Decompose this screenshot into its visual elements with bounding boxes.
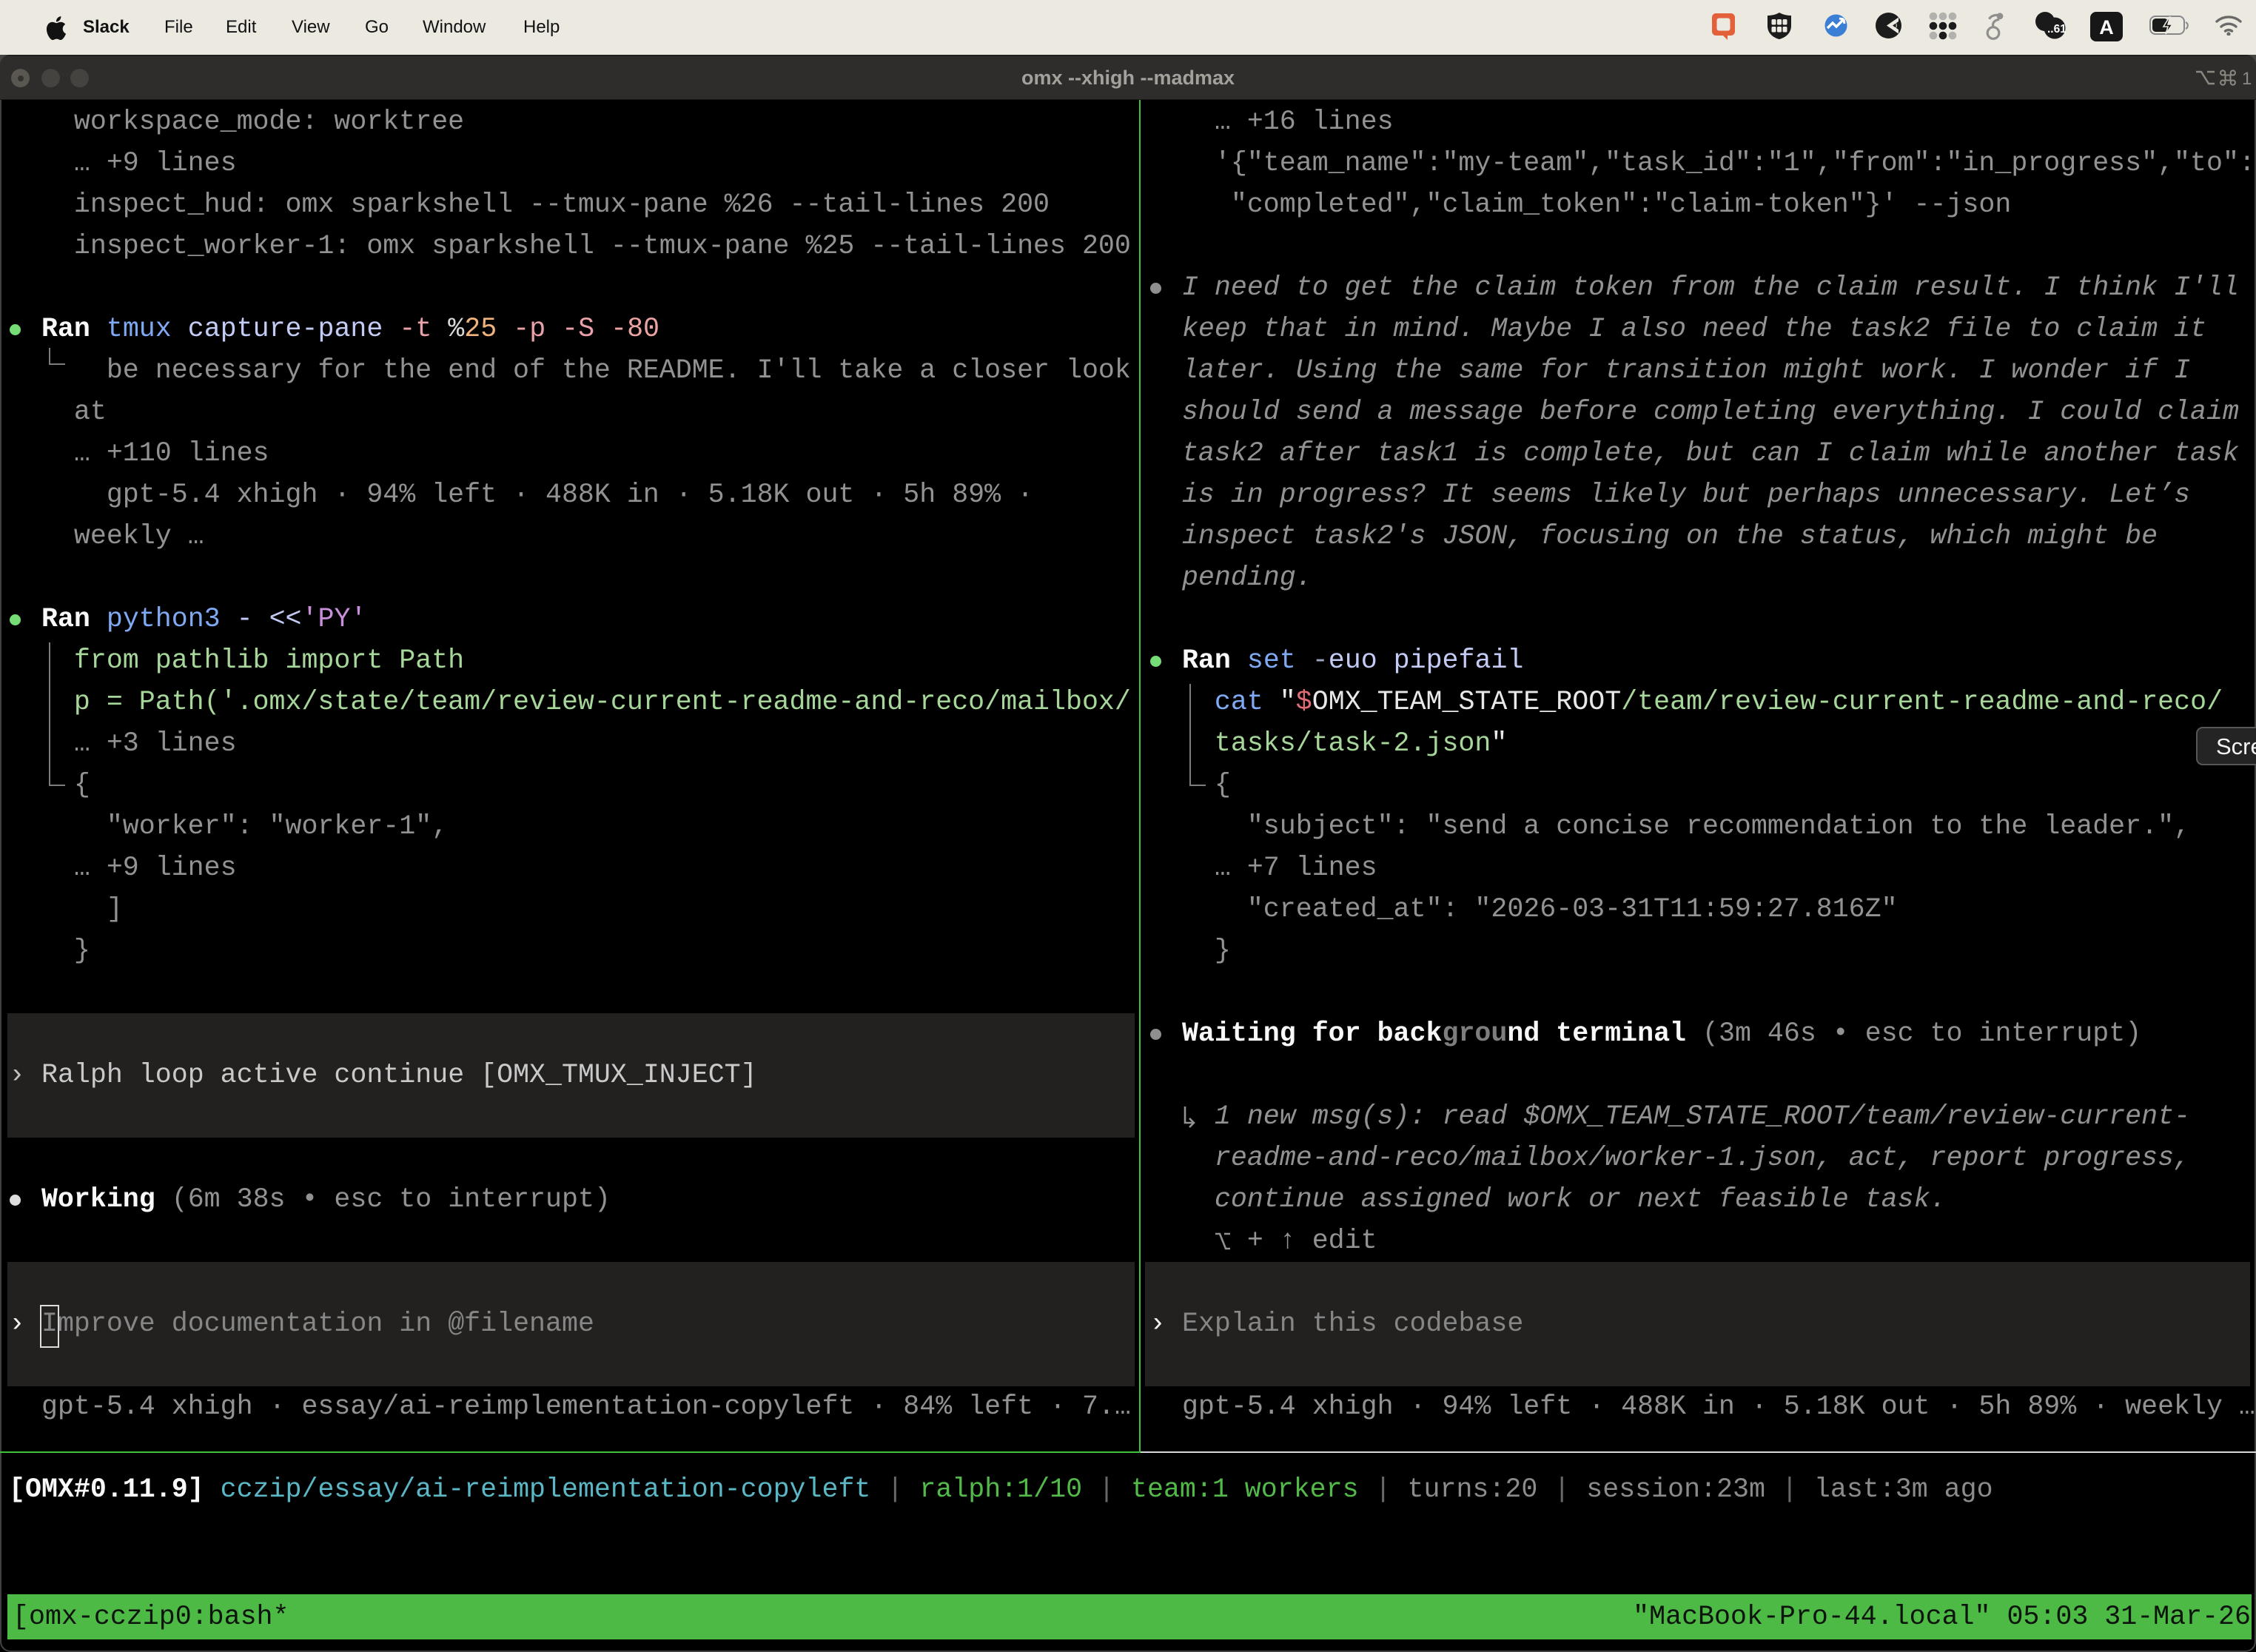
svg-text:..61: ..61 (2047, 23, 2066, 36)
svg-text:A: A (2099, 16, 2114, 38)
svg-text:1: 1 (2242, 69, 2252, 88)
